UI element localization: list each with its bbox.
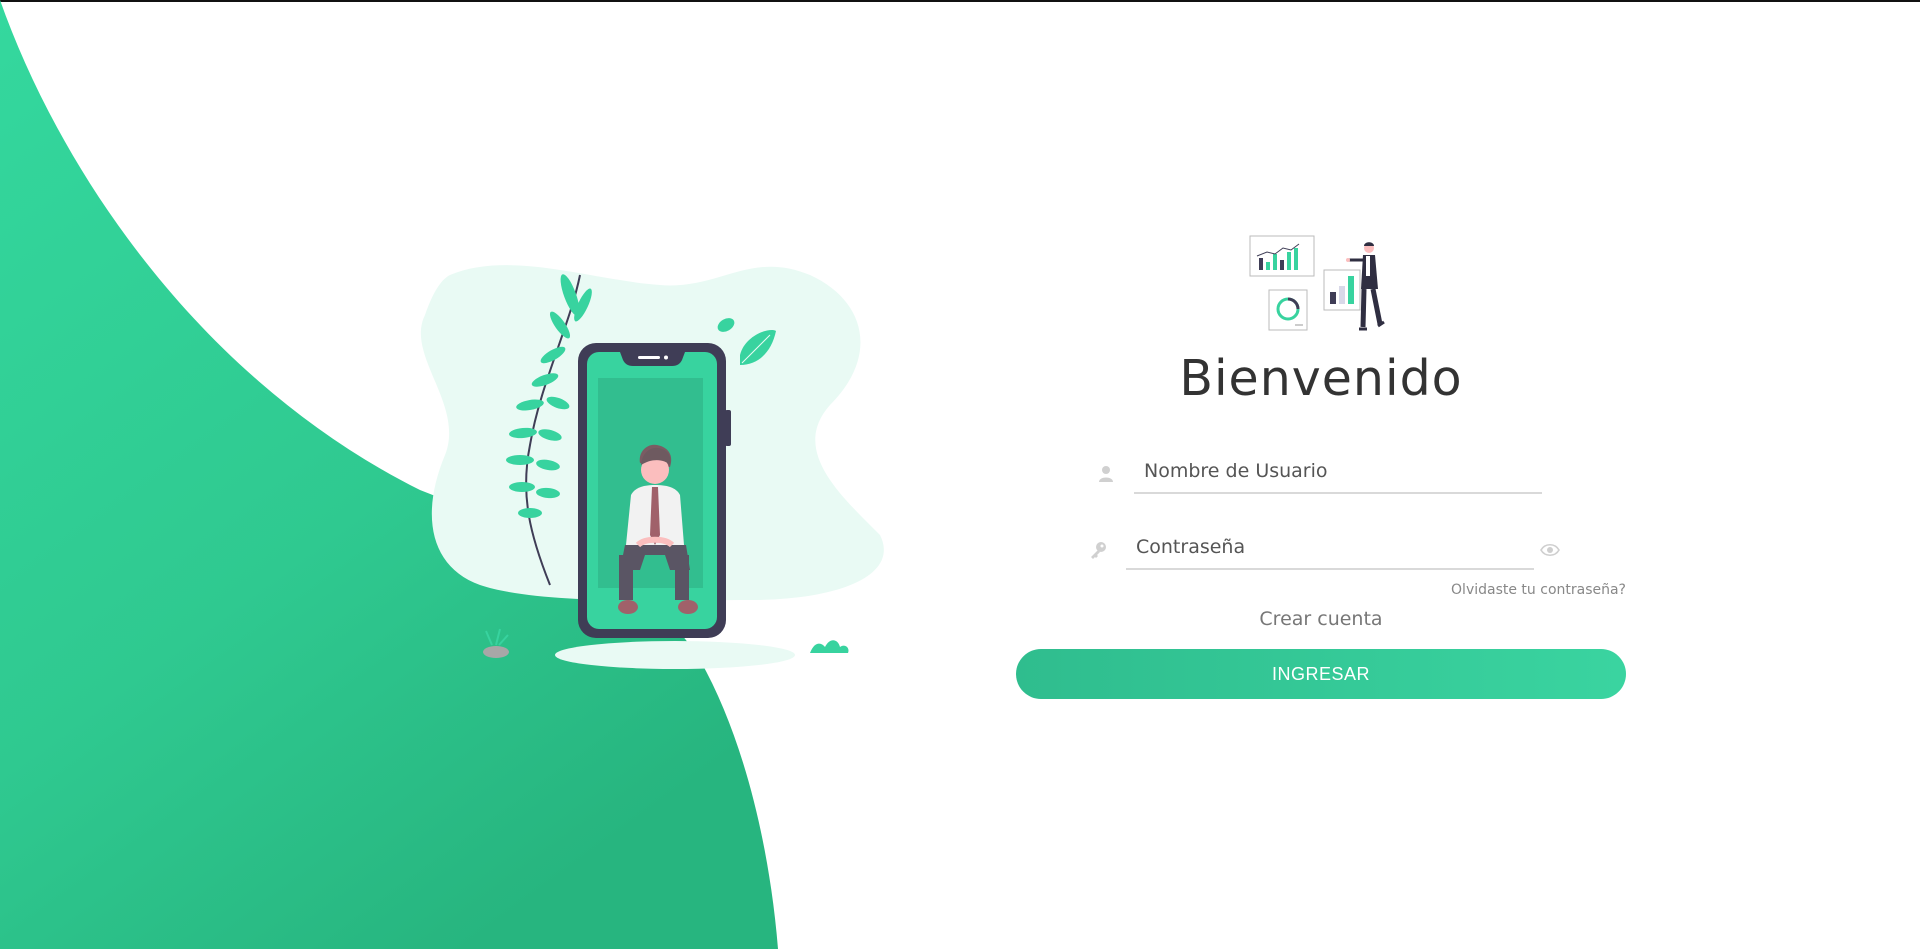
username-input[interactable] xyxy=(1134,450,1542,494)
password-group xyxy=(1088,526,1568,572)
login-button[interactable]: INGRESAR xyxy=(1016,649,1626,699)
eye-icon[interactable] xyxy=(1540,542,1560,558)
ground-shadow xyxy=(555,641,795,669)
presentation-illustration xyxy=(1249,235,1385,331)
username-group xyxy=(1096,450,1560,496)
page-title: Bienvenido xyxy=(1179,350,1463,407)
login-form: Bienvenido Olvidaste tu contraseña? Crea… xyxy=(1016,230,1626,710)
login-page: Bienvenido Olvidaste tu contraseña? Crea… xyxy=(0,0,1920,949)
forgot-password-link[interactable]: Olvidaste tu contraseña? xyxy=(1451,582,1626,598)
hero-illustration xyxy=(420,265,884,669)
password-input[interactable] xyxy=(1126,526,1534,570)
green-wave-background xyxy=(0,0,778,949)
key-icon xyxy=(1091,542,1106,559)
create-account-link[interactable]: Crear cuenta xyxy=(1016,608,1626,630)
user-icon xyxy=(1099,466,1113,482)
small-bush xyxy=(810,640,849,653)
rock xyxy=(483,646,509,658)
